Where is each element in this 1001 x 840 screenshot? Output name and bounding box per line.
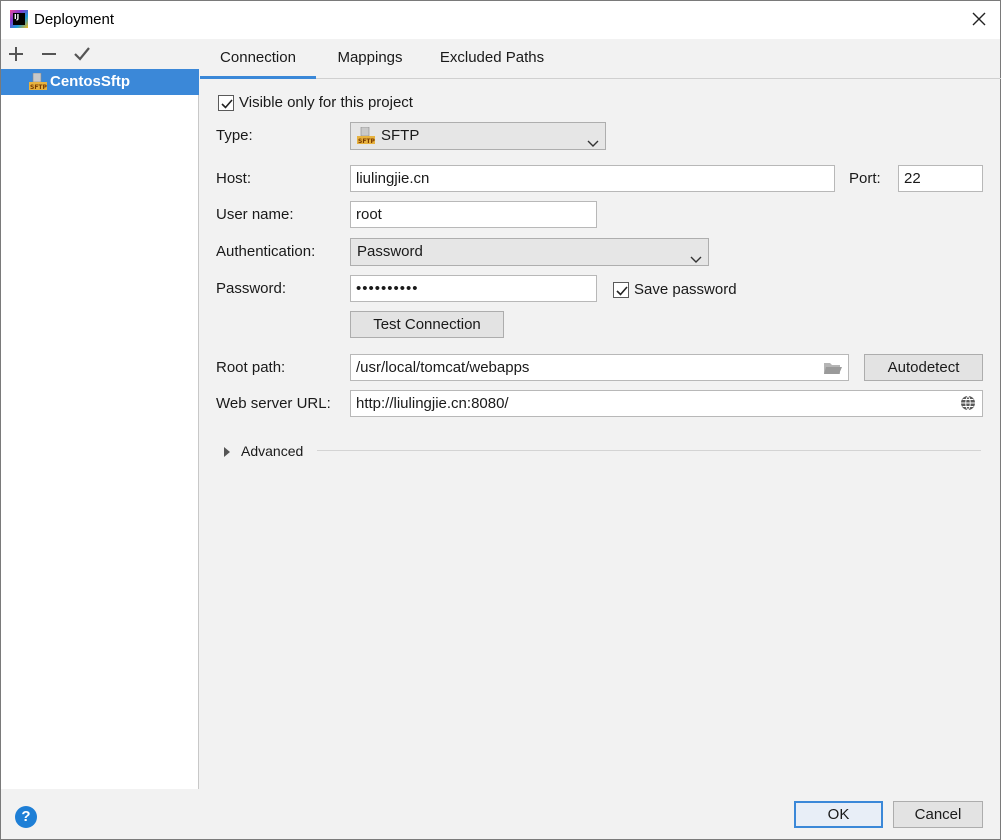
server-list-panel: SFTP CentosSftp (1, 39, 199, 789)
password-label: Password: (216, 280, 287, 297)
svg-text:SFTP: SFTP (358, 138, 376, 145)
ok-button[interactable]: OK (794, 801, 883, 828)
intellij-app-icon: IJ (10, 10, 28, 28)
visible-only-label: Visible only for this project (239, 94, 413, 111)
add-icon[interactable] (5, 43, 27, 65)
authentication-label: Authentication: (216, 243, 316, 260)
web-server-url-label: Web server URL: (216, 395, 331, 412)
title-bar: IJ Deployment (1, 1, 1000, 39)
visible-only-checkbox[interactable] (218, 95, 234, 111)
chevron-down-icon (587, 131, 599, 157)
checkmark-icon[interactable] (71, 43, 93, 65)
remove-icon[interactable] (38, 43, 60, 65)
triangle-right-icon (223, 445, 231, 462)
chevron-down-icon (690, 247, 702, 273)
tab-mappings[interactable]: Mappings (322, 39, 418, 79)
port-label: Port: (849, 170, 881, 187)
save-password-label: Save password (634, 281, 737, 298)
sftp-type-icon: SFTP (357, 126, 377, 154)
username-label: User name: (216, 206, 294, 223)
server-list-toolbar (1, 39, 199, 69)
password-input[interactable] (350, 275, 597, 302)
web-server-url-input[interactable] (350, 390, 983, 417)
tab-excluded-paths[interactable]: Excluded Paths (428, 39, 556, 79)
tab-connection[interactable]: Connection (200, 39, 316, 79)
globe-icon[interactable] (960, 395, 976, 415)
advanced-expander[interactable]: Advanced (219, 442, 319, 462)
test-connection-button[interactable]: Test Connection (350, 311, 504, 338)
root-path-label: Root path: (216, 359, 286, 376)
settings-tabs: Connection Mappings Excluded Paths (200, 39, 1001, 79)
advanced-label: Advanced (241, 443, 304, 459)
cancel-button[interactable]: Cancel (893, 801, 983, 828)
window-title: Deployment (34, 11, 115, 28)
autodetect-button[interactable]: Autodetect (864, 354, 983, 381)
root-path-input[interactable] (350, 354, 849, 381)
deployment-dialog: IJ Deployment SFTP CentosSftp Connection… (0, 0, 1001, 840)
type-label: Type: (216, 127, 253, 144)
authentication-select-value: Password (357, 243, 423, 260)
port-input[interactable] (898, 165, 983, 192)
save-password-checkbox[interactable] (613, 282, 629, 298)
username-input[interactable] (350, 201, 597, 228)
server-item-label: CentosSftp (50, 73, 130, 90)
sftp-server-icon: SFTP (29, 72, 49, 95)
server-item-centossftp[interactable]: SFTP CentosSftp (1, 69, 199, 95)
help-button[interactable]: ? (15, 806, 37, 828)
host-label: Host: (216, 170, 252, 187)
advanced-separator (317, 450, 981, 451)
close-icon[interactable] (967, 7, 991, 31)
type-select[interactable]: SFTP SFTP (350, 122, 606, 150)
folder-browse-icon[interactable] (823, 360, 843, 380)
type-select-value: SFTP (381, 127, 420, 144)
host-input[interactable] (350, 165, 835, 192)
authentication-select[interactable]: Password (350, 238, 709, 266)
svg-text:SFTP: SFTP (30, 84, 48, 91)
